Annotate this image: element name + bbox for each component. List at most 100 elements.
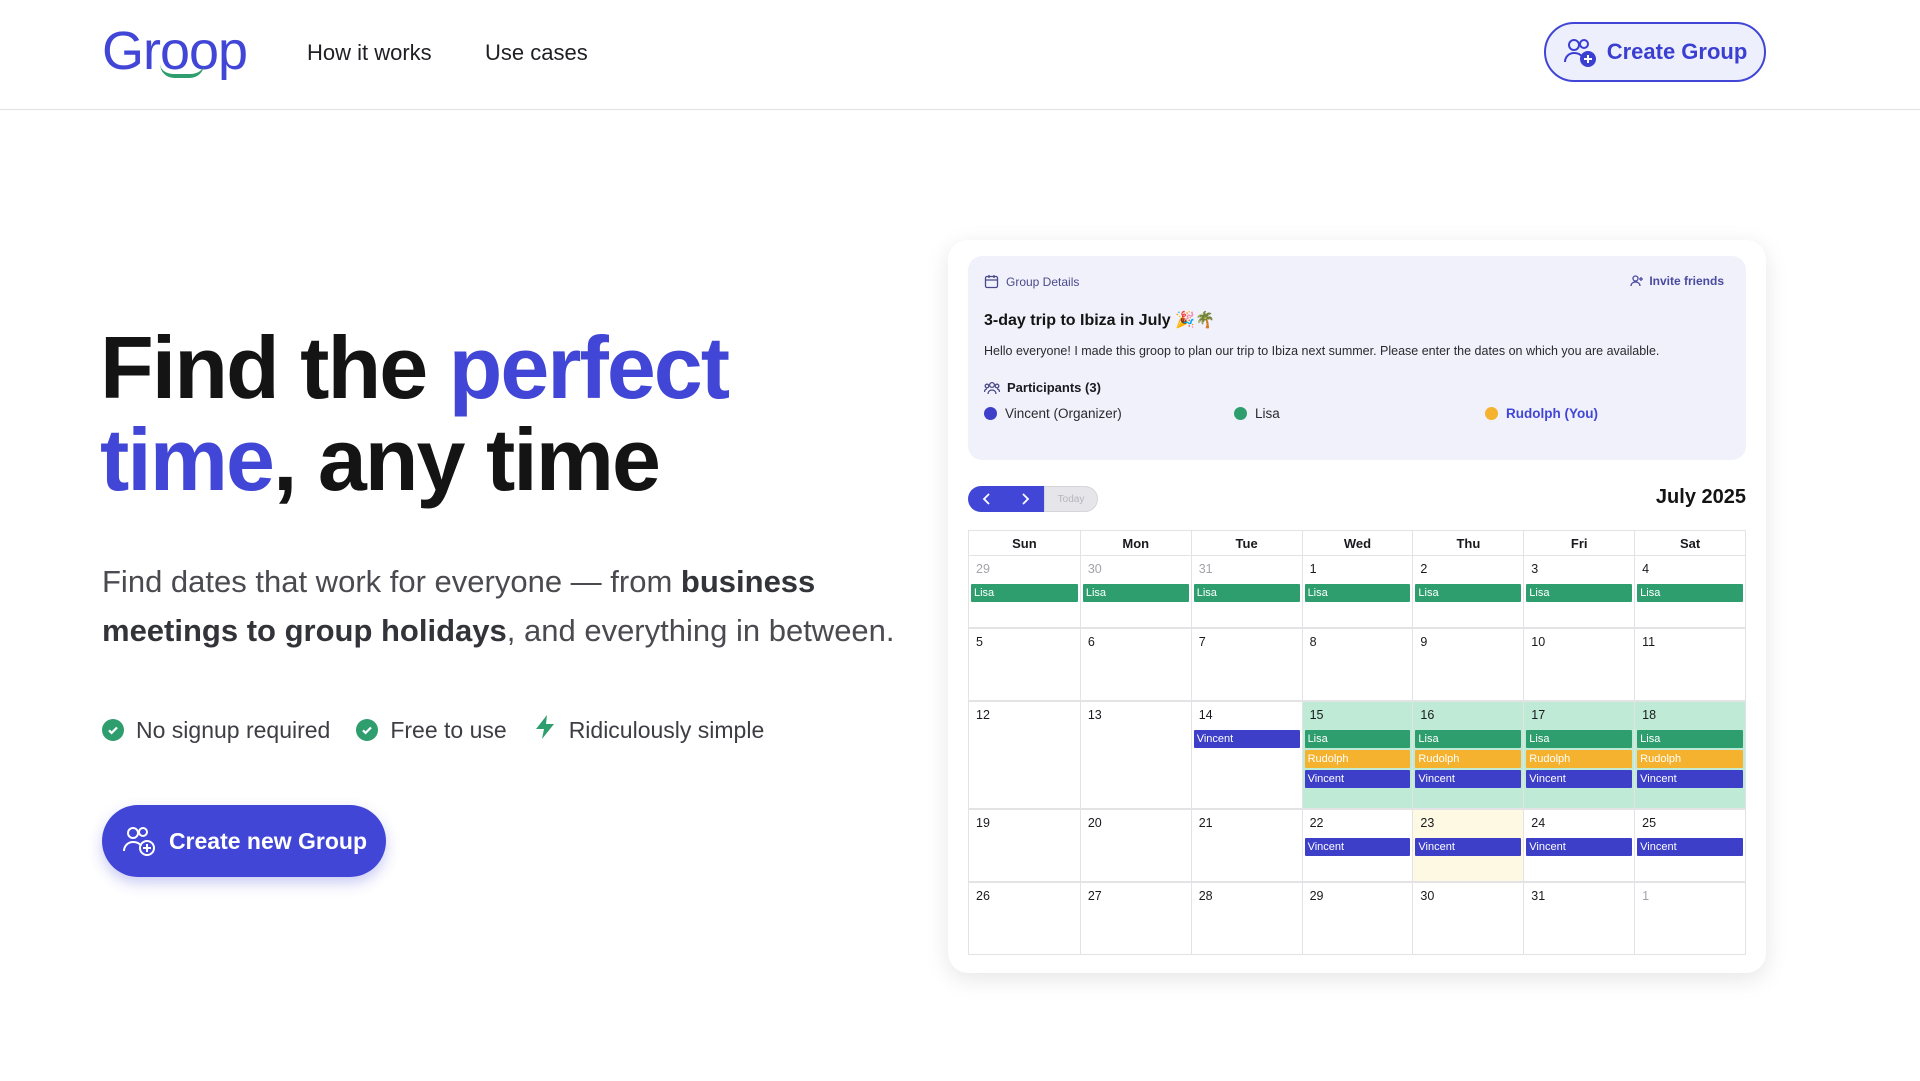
- availability-event-vincent[interactable]: Vincent: [1193, 730, 1300, 748]
- availability-event-vincent[interactable]: Vincent: [1637, 838, 1743, 856]
- availability-event-vincent[interactable]: Vincent: [1637, 770, 1743, 788]
- day-number: 24: [1531, 816, 1546, 830]
- today-button[interactable]: Today: [1044, 486, 1098, 512]
- availability-event-lisa[interactable]: Lisa: [1526, 584, 1633, 602]
- calendar-day-cell[interactable]: 29 Lisa: [969, 556, 1080, 627]
- availability-event-rudolph[interactable]: Rudolph: [1637, 750, 1743, 768]
- availability-event-vincent[interactable]: Vincent: [1526, 770, 1633, 788]
- nav-link-use-cases[interactable]: Use cases: [485, 40, 588, 66]
- day-number: 7: [1198, 635, 1206, 649]
- availability-event-lisa[interactable]: Lisa: [1637, 584, 1743, 602]
- hero-subtitle-part1: Find dates that work for everyone — from: [102, 564, 681, 599]
- group-details-label: Group Details: [1006, 274, 1080, 289]
- availability-event-rudolph[interactable]: Rudolph: [1526, 750, 1633, 768]
- availability-event-vincent[interactable]: Vincent: [1526, 838, 1633, 856]
- calendar-day-cell[interactable]: 29: [1301, 883, 1413, 954]
- calendar-navigation: Today: [968, 486, 1098, 512]
- calendar-day-cell[interactable]: 15 Lisa Rudolph Vincent: [1301, 702, 1413, 808]
- calendar-day-cell[interactable]: 30: [1412, 883, 1523, 954]
- availability-event-lisa[interactable]: Lisa: [1082, 584, 1189, 602]
- calendar-day-cell[interactable]: 14 Vincent: [1190, 702, 1302, 808]
- availability-event-lisa[interactable]: Lisa: [971, 584, 1078, 602]
- calendar-day-cell[interactable]: 26: [969, 883, 1080, 954]
- availability-event-lisa[interactable]: Lisa: [1304, 730, 1411, 748]
- add-person-icon: [1630, 275, 1644, 287]
- calendar-day-cell[interactable]: 10: [1523, 629, 1634, 700]
- calendar-day-cell[interactable]: 16 Lisa Rudolph Vincent: [1412, 702, 1524, 808]
- availability-event-vincent[interactable]: Vincent: [1415, 838, 1522, 856]
- create-new-group-button[interactable]: Create new Group: [102, 805, 386, 877]
- availability-event-rudolph[interactable]: Rudolph: [1415, 750, 1522, 768]
- calendar-day-cell[interactable]: 30 Lisa: [1079, 556, 1191, 627]
- day-number: 16: [1420, 708, 1435, 722]
- people-icon: [984, 381, 1000, 394]
- calendar-week-row: 5 6 7 8 9 10 11: [968, 628, 1746, 701]
- day-number: 30: [1087, 562, 1102, 576]
- availability-event-lisa[interactable]: Lisa: [1637, 730, 1743, 748]
- calendar-grid: Sun Mon Tue Wed Thu Fri Sat 29 Lisa 30 Lisa…: [968, 530, 1746, 955]
- day-number: 14: [1198, 708, 1213, 722]
- calendar-day-cell[interactable]: 24 Vincent: [1523, 810, 1634, 881]
- calendar-week-row: 19 20 21 22 Vincent 23 Vincent 24 Vincent 25 Vince…: [968, 809, 1746, 882]
- availability-event-vincent[interactable]: Vincent: [1304, 838, 1411, 856]
- calendar-day-cell[interactable]: 22 Vincent: [1301, 810, 1413, 881]
- day-number: 5: [976, 635, 983, 649]
- nav-link-how-it-works[interactable]: How it works: [307, 40, 432, 66]
- calendar-day-cell[interactable]: 5: [969, 629, 1080, 700]
- group-details-panel: Group Details Invite friends 3-day trip …: [968, 256, 1746, 460]
- prev-month-button[interactable]: [968, 486, 1006, 512]
- calendar-day-cell[interactable]: 31 Lisa: [1190, 556, 1302, 627]
- hero-title-part2: , any time: [272, 410, 661, 509]
- calendar-week-row: 12 13 14 Vincent 15 Lisa Rudolph Vincent 16 Lisa R…: [968, 701, 1746, 809]
- calendar-day-cell[interactable]: 27: [1079, 883, 1191, 954]
- day-number: 25: [1642, 816, 1657, 830]
- calendar-day-cell[interactable]: 3 Lisa: [1523, 556, 1634, 627]
- calendar-day-cell[interactable]: 6: [1079, 629, 1191, 700]
- day-number: 11: [1642, 635, 1656, 649]
- calendar-day-cell[interactable]: 1 Lisa: [1301, 556, 1413, 627]
- calendar-day-cell[interactable]: 8: [1301, 629, 1413, 700]
- hero-title-accent1: perfect: [448, 318, 730, 417]
- lightning-bolt-icon: [533, 714, 557, 746]
- next-month-button[interactable]: [1006, 486, 1044, 512]
- calendar-weeks: 29 Lisa 30 Lisa 31 Lisa 1 Lisa 2 Lisa 3 Lisa 4 Lisa 5 6…: [968, 555, 1746, 955]
- availability-event-lisa[interactable]: Lisa: [1193, 584, 1300, 602]
- calendar-day-cell[interactable]: 13: [1079, 702, 1191, 808]
- calendar-day-cell[interactable]: 19: [969, 810, 1080, 881]
- availability-event-vincent[interactable]: Vincent: [1415, 770, 1522, 788]
- calendar-day-cell[interactable]: 17 Lisa Rudolph Vincent: [1523, 702, 1635, 808]
- availability-event-lisa[interactable]: Lisa: [1415, 730, 1522, 748]
- calendar-day-cell[interactable]: 25 Vincent: [1634, 810, 1745, 881]
- availability-event-lisa[interactable]: Lisa: [1526, 730, 1633, 748]
- calendar-day-cell[interactable]: 11: [1634, 629, 1745, 700]
- calendar-day-cell[interactable]: 1: [1634, 883, 1745, 954]
- calendar-day-cell[interactable]: 9: [1412, 629, 1523, 700]
- calendar-day-cell[interactable]: 21: [1190, 810, 1302, 881]
- calendar-day-cell[interactable]: 28: [1190, 883, 1302, 954]
- participant-name: Vincent (Organizer): [1005, 406, 1122, 421]
- availability-event-lisa[interactable]: Lisa: [1415, 584, 1522, 602]
- day-number: 1: [1309, 562, 1317, 576]
- calendar-day-cell[interactable]: 31: [1523, 883, 1634, 954]
- availability-event-rudolph[interactable]: Rudolph: [1304, 750, 1411, 768]
- create-group-button[interactable]: Create Group: [1544, 22, 1766, 82]
- calendar-day-cell[interactable]: 2 Lisa: [1412, 556, 1523, 627]
- calendar-day-cell[interactable]: 23 Vincent: [1412, 810, 1524, 881]
- create-group-label: Create Group: [1606, 39, 1748, 64]
- calendar-day-cell[interactable]: 12: [969, 702, 1080, 808]
- hero-subtitle: Find dates that work for everyone — from…: [102, 557, 902, 655]
- participant-name: Lisa: [1255, 406, 1280, 421]
- feature-label: Free to use: [390, 716, 507, 743]
- group-title: 3-day trip to Ibiza in July 🎉🌴: [984, 312, 1215, 329]
- calendar-day-cell[interactable]: 4 Lisa: [1634, 556, 1745, 627]
- availability-event-vincent[interactable]: Vincent: [1304, 770, 1411, 788]
- chevron-right-icon: [1022, 493, 1030, 505]
- calendar-day-cell[interactable]: 18 Lisa Rudolph Vincent: [1634, 702, 1745, 808]
- day-number: 20: [1087, 816, 1102, 830]
- invite-friends-button[interactable]: Invite friends: [1630, 274, 1724, 288]
- availability-event-lisa[interactable]: Lisa: [1304, 584, 1411, 602]
- calendar-week-row: 26 27 28 29 30 31 1: [968, 882, 1746, 955]
- participant-name: Rudolph (You): [1506, 406, 1598, 421]
- calendar-day-cell[interactable]: 7: [1190, 629, 1302, 700]
- calendar-day-cell[interactable]: 20: [1079, 810, 1191, 881]
